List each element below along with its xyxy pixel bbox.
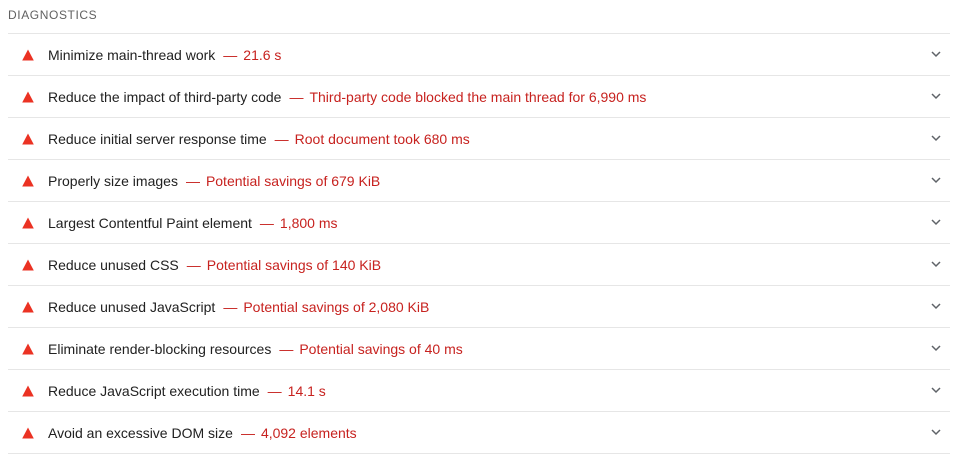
audit-row[interactable]: Reduce the impact of third-party code — … <box>8 76 950 118</box>
fail-triangle-icon <box>22 385 34 397</box>
audit-value: 1,800 ms <box>279 214 338 231</box>
audit-title: Properly size images <box>48 172 178 189</box>
fail-triangle-icon <box>22 217 34 229</box>
audit-row[interactable]: Reduce unused CSS — Potential savings of… <box>8 244 950 286</box>
chevron-down-icon[interactable] <box>930 300 942 312</box>
audit-row[interactable]: Properly size images — Potential savings… <box>8 160 950 202</box>
audit-separator: — <box>289 88 304 105</box>
audit-row[interactable]: Reduce unused JavaScript — Potential sav… <box>8 286 950 328</box>
chevron-down-icon[interactable] <box>930 258 942 270</box>
fail-triangle-icon <box>22 91 34 103</box>
audit-row[interactable]: Reduce JavaScript execution time — 14.1 … <box>8 370 950 412</box>
fail-triangle-icon <box>22 427 34 439</box>
fail-triangle-icon <box>22 49 34 61</box>
audit-separator: — <box>186 256 201 273</box>
audit-value: Third-party code blocked the main thread… <box>309 88 647 105</box>
fail-triangle-icon <box>22 175 34 187</box>
chevron-down-icon[interactable] <box>930 216 942 228</box>
audit-title: Reduce unused CSS <box>48 256 179 273</box>
diagnostics-section-title: DIAGNOSTICS <box>8 8 98 22</box>
audit-title: Eliminate render-blocking resources <box>48 340 272 357</box>
audit-value: Potential savings of 140 KiB <box>206 256 382 273</box>
audit-title: Largest Contentful Paint element <box>48 214 252 231</box>
audit-value: Potential savings of 40 ms <box>299 340 463 357</box>
audit-row[interactable]: Reduce initial server response time — Ro… <box>8 118 950 160</box>
audit-title: Reduce the impact of third-party code <box>48 88 282 105</box>
fail-triangle-icon <box>22 259 34 271</box>
audit-value: Potential savings of 2,080 KiB <box>243 298 430 315</box>
chevron-down-icon[interactable] <box>930 90 942 102</box>
audit-title: Minimize main-thread work <box>48 46 216 63</box>
audit-separator: — <box>267 382 282 399</box>
audit-row[interactable]: Avoid an excessive DOM size — 4,092 elem… <box>8 412 950 454</box>
fail-triangle-icon <box>22 301 34 313</box>
audit-title: Avoid an excessive DOM size <box>48 424 233 441</box>
audit-value: Root document took 680 ms <box>294 130 470 147</box>
audit-separator: — <box>279 340 294 357</box>
audit-title: Reduce JavaScript execution time <box>48 382 260 399</box>
audit-row[interactable]: Minimize main-thread work — 21.6 s <box>8 34 950 76</box>
chevron-down-icon[interactable] <box>930 48 942 60</box>
audit-separator: — <box>274 130 289 147</box>
audit-separator: — <box>223 298 238 315</box>
audit-separator: — <box>223 46 238 63</box>
audit-separator: — <box>259 214 274 231</box>
audit-title: Reduce initial server response time <box>48 130 267 147</box>
audit-title: Reduce unused JavaScript <box>48 298 216 315</box>
audit-row[interactable]: Largest Contentful Paint element — 1,800… <box>8 202 950 244</box>
audit-separator: — <box>185 172 200 189</box>
fail-triangle-icon <box>22 343 34 355</box>
chevron-down-icon[interactable] <box>930 174 942 186</box>
audit-value: 14.1 s <box>287 382 326 399</box>
chevron-down-icon[interactable] <box>930 426 942 438</box>
chevron-down-icon[interactable] <box>930 384 942 396</box>
audit-value: 21.6 s <box>243 46 282 63</box>
diagnostics-audit-list: Minimize main-thread work — 21.6 s Reduc… <box>8 33 950 454</box>
audit-value: Potential savings of 679 KiB <box>205 172 381 189</box>
chevron-down-icon[interactable] <box>930 132 942 144</box>
audit-value: 4,092 elements <box>260 424 357 441</box>
audit-row[interactable]: Eliminate render-blocking resources — Po… <box>8 328 950 370</box>
chevron-down-icon[interactable] <box>930 342 942 354</box>
fail-triangle-icon <box>22 133 34 145</box>
audit-separator: — <box>240 424 255 441</box>
